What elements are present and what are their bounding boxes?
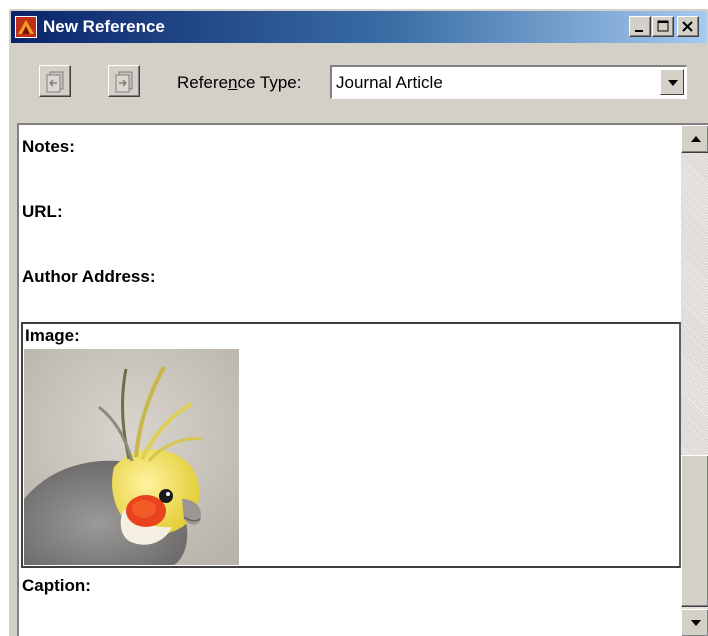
- close-icon: [682, 21, 693, 32]
- scroll-up-button[interactable]: [681, 125, 708, 153]
- minimize-button[interactable]: [629, 16, 651, 37]
- notes-label: Notes:: [22, 137, 75, 156]
- next-reference-icon: [115, 71, 133, 93]
- caption-label: Caption:: [22, 576, 91, 595]
- cockatiel-image[interactable]: [24, 349, 239, 565]
- image-label: Image:: [25, 326, 80, 345]
- reference-type-value: Journal Article: [336, 73, 443, 92]
- cockatiel-picture: [24, 349, 239, 565]
- scrollbar-thumb[interactable]: [681, 455, 708, 607]
- toolbar: Reference Type: Journal Article: [11, 45, 707, 123]
- url-label: URL:: [22, 202, 63, 221]
- chevron-down-icon: [668, 80, 678, 86]
- arrow-up-icon: [691, 136, 701, 142]
- reference-type-select[interactable]: Journal Article: [330, 65, 687, 99]
- author-address-label: Author Address:: [22, 267, 156, 286]
- reference-type-label: Reference Type:: [177, 73, 302, 92]
- previous-reference-button[interactable]: [39, 65, 71, 97]
- reference-type-dropdown-button[interactable]: [660, 69, 684, 95]
- maximize-button[interactable]: [652, 16, 674, 37]
- maximize-icon: [657, 20, 669, 32]
- new-reference-window: New Reference Reference Type: Journal Ar…: [8, 8, 708, 636]
- image-field[interactable]: Image:: [21, 322, 681, 568]
- arrow-down-icon: [691, 620, 701, 626]
- scroll-down-button[interactable]: [681, 609, 708, 636]
- window-title: New Reference: [43, 17, 165, 36]
- next-reference-button[interactable]: [108, 65, 140, 97]
- vertical-scrollbar[interactable]: [681, 125, 708, 636]
- minimize-icon: [635, 30, 643, 32]
- app-icon: [15, 16, 37, 38]
- close-button[interactable]: [677, 16, 699, 37]
- title-bar[interactable]: New Reference: [11, 11, 707, 43]
- previous-reference-icon: [46, 71, 64, 93]
- reference-fields-panel: Notes: URL: Author Address: Image: Capti…: [17, 123, 708, 636]
